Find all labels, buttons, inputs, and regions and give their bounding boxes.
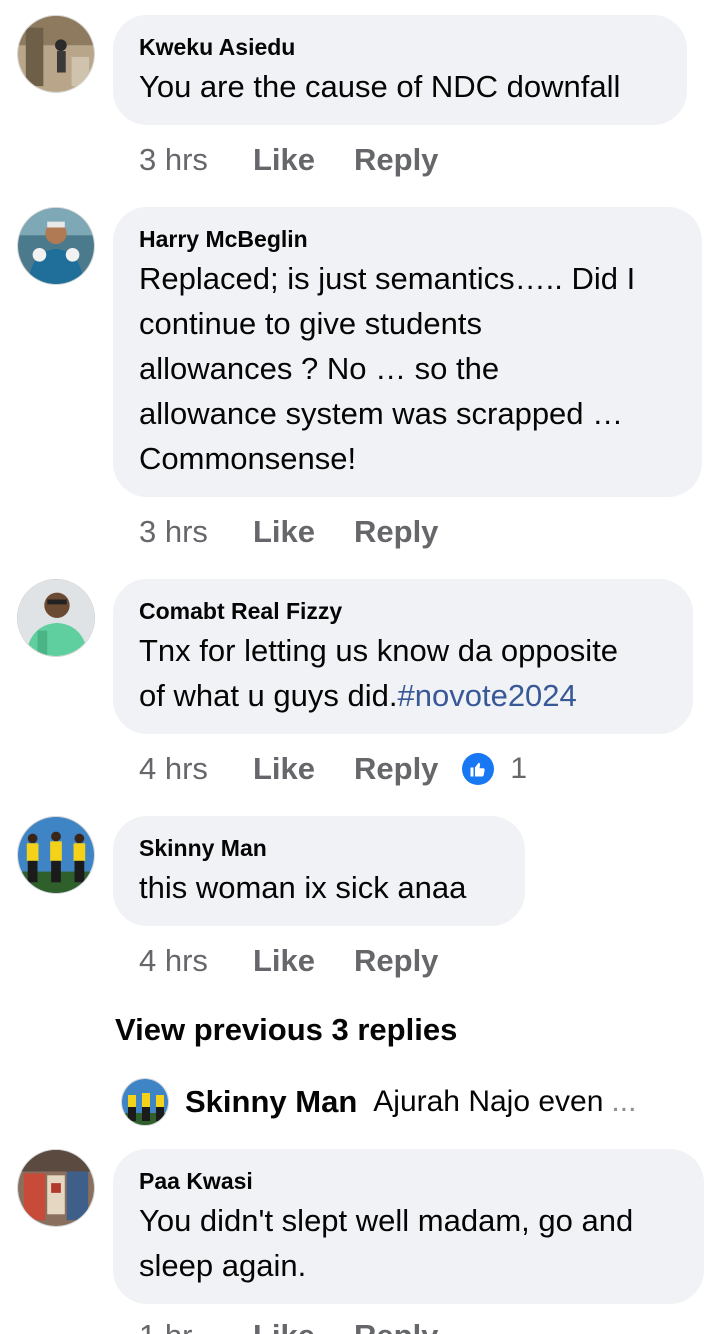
comment-bubble: Skinny Man this woman ix sick anaa (113, 816, 525, 926)
comment-text: You are the cause of NDC downfall (139, 69, 621, 104)
profile-photo-icon (18, 580, 94, 656)
comment-time[interactable]: 4 hrs (139, 943, 253, 979)
reply-preview-text: Ajurah Najo even (373, 1085, 604, 1118)
profile-photo-icon (18, 1150, 94, 1226)
profile-photo-icon (18, 16, 94, 92)
comment-bubble: Paa Kwasi You didn't slept well madam, g… (113, 1149, 704, 1304)
reply-button[interactable]: Reply (354, 142, 438, 178)
comment-actions: 4 hrs Like Reply (139, 941, 438, 981)
comment-time[interactable]: 4 hrs (139, 751, 253, 787)
avatar-paa-kwasi[interactable] (17, 1149, 95, 1227)
comment-author[interactable]: Comabt Real Fizzy (139, 596, 667, 626)
like-button[interactable]: Like (253, 943, 354, 979)
reply-button[interactable]: Reply (354, 514, 438, 550)
comment-actions: 3 hrs Like Reply (139, 512, 438, 552)
avatar-kweku-asiedu[interactable] (17, 15, 95, 93)
comment-text: this woman ix sick anaa (139, 870, 467, 905)
comment-time[interactable]: 3 hrs (139, 142, 253, 178)
avatar-skinny-man[interactable] (17, 816, 95, 894)
reply-button[interactable]: Reply (354, 751, 438, 787)
avatar-skinny-man-small (121, 1078, 169, 1126)
view-previous-replies-link[interactable]: View previous 3 replies (115, 1009, 457, 1051)
reply-preview-ellipsis: ... (611, 1085, 637, 1118)
profile-photo-icon (18, 208, 94, 284)
comment-text: You didn't slept well madam, go and slee… (139, 1203, 634, 1283)
comment-author[interactable]: Harry McBeglin (139, 224, 676, 254)
profile-photo-icon (122, 1079, 168, 1125)
comment-actions: 4 hrs Like Reply 1 (139, 749, 527, 789)
comment-bubble: Comabt Real Fizzy Tnx for letting us kno… (113, 579, 693, 734)
comment-actions: 3 hrs Like Reply (139, 140, 438, 180)
reply-preview[interactable]: Skinny Man Ajurah Najo even ... (121, 1076, 636, 1128)
comment-author[interactable]: Kweku Asiedu (139, 32, 661, 62)
comment-author[interactable]: Skinny Man (139, 833, 499, 863)
reply-button[interactable]: Reply (354, 943, 438, 979)
hashtag-link[interactable]: #novote2024 (398, 678, 577, 713)
comment-author[interactable]: Paa Kwasi (139, 1166, 678, 1196)
like-button[interactable]: Like (253, 514, 354, 550)
reaction-count: 1 (510, 752, 528, 785)
comment-text: Tnx for letting us know da opposite of w… (139, 628, 667, 718)
comment-text: Replaced; is just semantics….. Did I con… (139, 261, 636, 476)
reply-preview-author: Skinny Man (185, 1084, 358, 1119)
comment-time[interactable]: 3 hrs (139, 514, 253, 550)
avatar-comabt-real-fizzy[interactable] (17, 579, 95, 657)
comment-bubble: Harry McBeglin Replaced; is just semanti… (113, 207, 702, 497)
comment-time[interactable]: 1 hr (139, 1318, 253, 1334)
reaction-summary[interactable]: 1 (462, 752, 527, 786)
like-button[interactable]: Like (253, 751, 354, 787)
comment-bubble: Kweku Asiedu You are the cause of NDC do… (113, 15, 687, 125)
like-thumb-icon (462, 753, 495, 785)
avatar-harry-mcbeglin[interactable] (17, 207, 95, 285)
profile-photo-icon (18, 817, 94, 893)
like-button[interactable]: Like (253, 1318, 354, 1334)
like-button[interactable]: Like (253, 142, 354, 178)
reply-button[interactable]: Reply (354, 1318, 438, 1334)
comment-actions: 1 hr Like Reply (139, 1316, 438, 1334)
